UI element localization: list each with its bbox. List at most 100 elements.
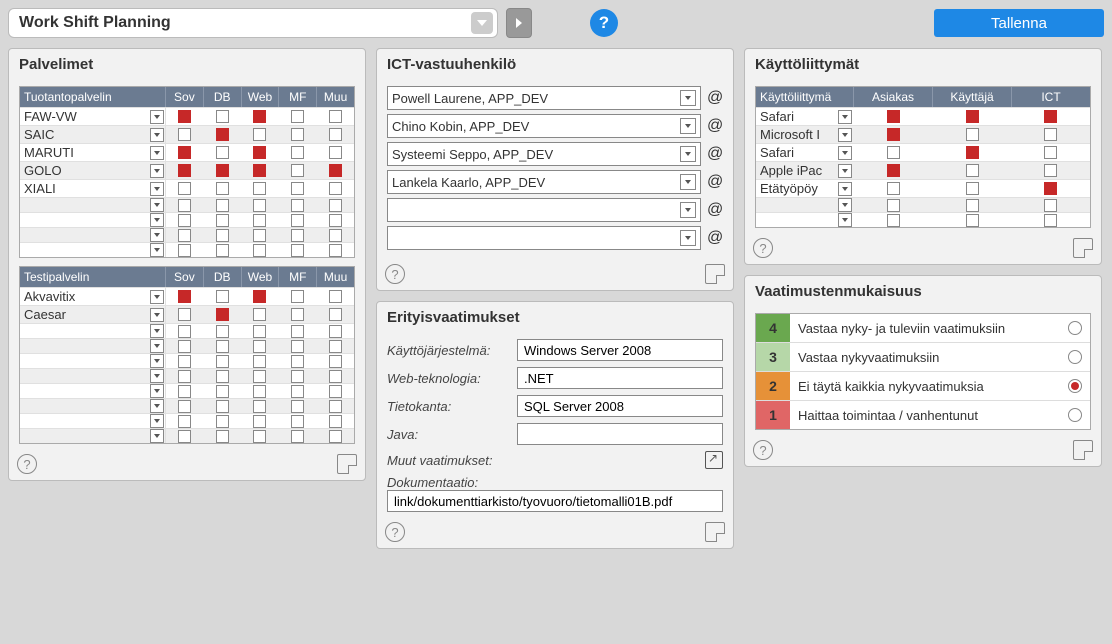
- checkbox[interactable]: [329, 370, 342, 383]
- db-input[interactable]: [517, 395, 723, 417]
- checkbox[interactable]: [253, 385, 266, 398]
- checkbox[interactable]: [329, 229, 342, 242]
- checkbox[interactable]: [1044, 110, 1057, 123]
- checkbox[interactable]: [178, 199, 191, 212]
- row-dropdown[interactable]: [836, 180, 854, 197]
- expand-icon[interactable]: [705, 451, 723, 469]
- checkbox[interactable]: [329, 415, 342, 428]
- checkbox[interactable]: [329, 128, 342, 141]
- email-icon[interactable]: @: [707, 117, 723, 135]
- checkbox[interactable]: [253, 415, 266, 428]
- radio[interactable]: [1068, 321, 1082, 335]
- row-dropdown[interactable]: [148, 126, 166, 143]
- os-input[interactable]: [517, 339, 723, 361]
- checkbox[interactable]: [291, 110, 304, 123]
- save-button[interactable]: Tallenna: [934, 9, 1104, 37]
- help-icon[interactable]: ?: [753, 238, 773, 258]
- ict-person-select[interactable]: Lankela Kaarlo, APP_DEV: [387, 170, 701, 194]
- checkbox[interactable]: [253, 164, 266, 177]
- checkbox[interactable]: [887, 146, 900, 159]
- checkbox[interactable]: [291, 214, 304, 227]
- checkbox[interactable]: [253, 370, 266, 383]
- email-icon[interactable]: @: [707, 89, 723, 107]
- row-dropdown[interactable]: [148, 213, 166, 227]
- checkbox[interactable]: [253, 290, 266, 303]
- checkbox[interactable]: [1044, 182, 1057, 195]
- checkbox[interactable]: [329, 430, 342, 443]
- checkbox[interactable]: [178, 370, 191, 383]
- checkbox[interactable]: [178, 229, 191, 242]
- row-dropdown[interactable]: [148, 288, 166, 305]
- checkbox[interactable]: [1044, 199, 1057, 212]
- checkbox[interactable]: [291, 199, 304, 212]
- checkbox[interactable]: [966, 214, 979, 227]
- note-icon[interactable]: [1073, 440, 1093, 460]
- checkbox[interactable]: [216, 146, 229, 159]
- checkbox[interactable]: [216, 325, 229, 338]
- checkbox[interactable]: [253, 146, 266, 159]
- checkbox[interactable]: [291, 182, 304, 195]
- checkbox[interactable]: [253, 229, 266, 242]
- checkbox[interactable]: [887, 214, 900, 227]
- checkbox[interactable]: [291, 355, 304, 368]
- checkbox[interactable]: [887, 199, 900, 212]
- checkbox[interactable]: [887, 128, 900, 141]
- email-icon[interactable]: @: [707, 229, 723, 247]
- checkbox[interactable]: [178, 214, 191, 227]
- checkbox[interactable]: [216, 340, 229, 353]
- checkbox[interactable]: [216, 355, 229, 368]
- row-dropdown[interactable]: [148, 306, 166, 323]
- checkbox[interactable]: [329, 325, 342, 338]
- note-icon[interactable]: [705, 522, 725, 542]
- checkbox[interactable]: [966, 110, 979, 123]
- radio[interactable]: [1068, 408, 1082, 422]
- row-dropdown[interactable]: [148, 162, 166, 179]
- row-dropdown[interactable]: [148, 354, 166, 368]
- checkbox[interactable]: [216, 214, 229, 227]
- checkbox[interactable]: [216, 415, 229, 428]
- ict-person-select[interactable]: Chino Kobin, APP_DEV: [387, 114, 701, 138]
- email-icon[interactable]: @: [707, 173, 723, 191]
- checkbox[interactable]: [253, 214, 266, 227]
- help-icon[interactable]: ?: [590, 9, 618, 37]
- checkbox[interactable]: [329, 214, 342, 227]
- checkbox[interactable]: [216, 229, 229, 242]
- checkbox[interactable]: [216, 430, 229, 443]
- help-icon[interactable]: ?: [17, 454, 37, 474]
- row-dropdown[interactable]: [836, 126, 854, 143]
- checkbox[interactable]: [216, 370, 229, 383]
- checkbox[interactable]: [966, 164, 979, 177]
- checkbox[interactable]: [216, 110, 229, 123]
- checkbox[interactable]: [329, 182, 342, 195]
- checkbox[interactable]: [178, 146, 191, 159]
- checkbox[interactable]: [291, 164, 304, 177]
- note-icon[interactable]: [1073, 238, 1093, 258]
- help-icon[interactable]: ?: [385, 522, 405, 542]
- checkbox[interactable]: [291, 244, 304, 257]
- checkbox[interactable]: [291, 370, 304, 383]
- checkbox[interactable]: [1044, 214, 1057, 227]
- checkbox[interactable]: [1044, 128, 1057, 141]
- checkbox[interactable]: [216, 164, 229, 177]
- row-dropdown[interactable]: [148, 108, 166, 125]
- row-dropdown[interactable]: [148, 399, 166, 413]
- checkbox[interactable]: [291, 400, 304, 413]
- checkbox[interactable]: [253, 325, 266, 338]
- checkbox[interactable]: [291, 415, 304, 428]
- checkbox[interactable]: [966, 182, 979, 195]
- checkbox[interactable]: [291, 340, 304, 353]
- checkbox[interactable]: [966, 199, 979, 212]
- checkbox[interactable]: [329, 308, 342, 321]
- checkbox[interactable]: [253, 110, 266, 123]
- checkbox[interactable]: [253, 182, 266, 195]
- row-dropdown[interactable]: [836, 213, 854, 227]
- checkbox[interactable]: [329, 164, 342, 177]
- checkbox[interactable]: [291, 290, 304, 303]
- checkbox[interactable]: [329, 385, 342, 398]
- checkbox[interactable]: [291, 325, 304, 338]
- checkbox[interactable]: [253, 340, 266, 353]
- row-dropdown[interactable]: [836, 108, 854, 125]
- email-icon[interactable]: @: [707, 145, 723, 163]
- checkbox[interactable]: [291, 146, 304, 159]
- checkbox[interactable]: [216, 290, 229, 303]
